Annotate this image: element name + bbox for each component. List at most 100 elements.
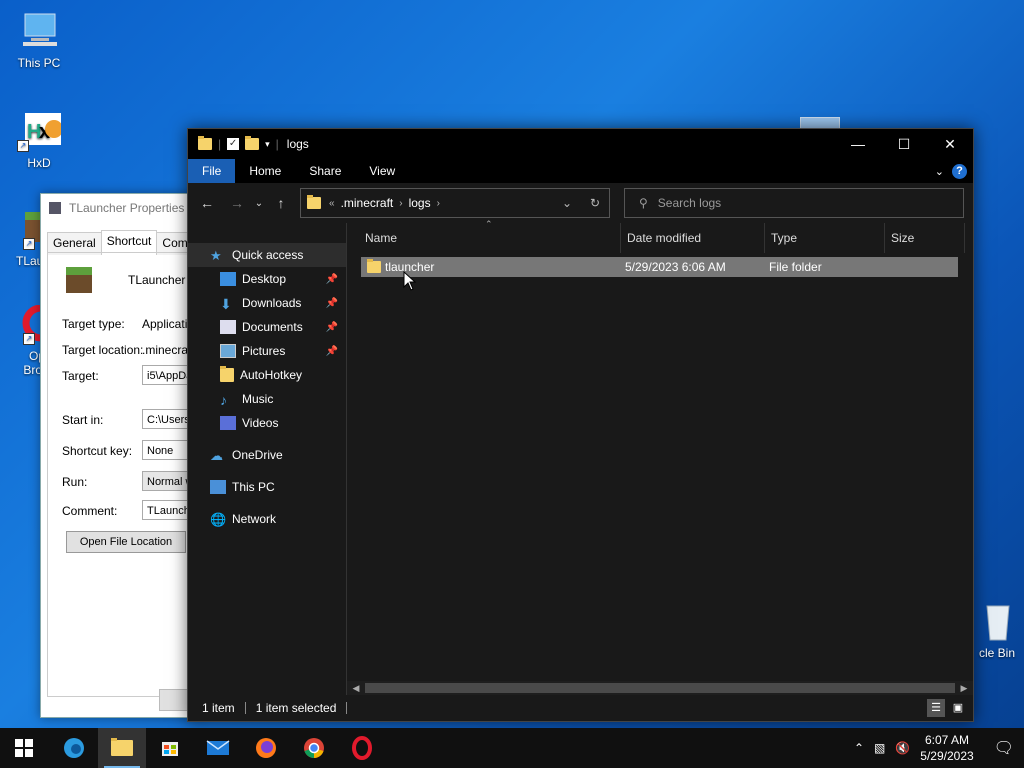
- file-list-pane[interactable]: ⌃ Name Date modified Type Size tlauncher…: [347, 219, 973, 695]
- pin-icon: 📌: [325, 321, 338, 333]
- open-file-location-button[interactable]: Open File Location: [66, 531, 186, 553]
- quick-access-toolbar: | ✓ ▾ |: [188, 136, 279, 151]
- address-history-chevron-icon[interactable]: ⌄: [553, 196, 581, 210]
- volume-muted-icon[interactable]: 🔇: [895, 741, 910, 755]
- customize-toolbar-chevron-icon[interactable]: ▾: [265, 139, 270, 150]
- breadcrumb-logs[interactable]: logs: [409, 196, 431, 210]
- system-tray: ⌃ ▧ 🔇 6:07 AM 5/29/2023 🗨: [854, 732, 1024, 764]
- expand-ribbon-chevron-icon[interactable]: ⌄: [935, 165, 944, 178]
- item-count: 1 item: [202, 701, 235, 715]
- column-type[interactable]: Type: [765, 223, 885, 253]
- window-title: logs: [286, 137, 309, 151]
- nav-label: AutoHotkey: [240, 368, 303, 382]
- taskbar-edge-icon[interactable]: [50, 728, 98, 768]
- scrollbar-thumb[interactable]: [365, 683, 955, 693]
- taskbar-mail-icon[interactable]: [194, 728, 242, 768]
- comment-label: Comment:: [62, 504, 118, 518]
- nav-label: Desktop: [242, 272, 287, 286]
- tab-share[interactable]: Share: [295, 159, 355, 183]
- nav-autohotkey[interactable]: AutoHotkey: [188, 363, 346, 387]
- explorer-titlebar[interactable]: | ✓ ▾ | logs — ☐ ✕: [188, 129, 973, 159]
- window-controls: — ☐ ✕: [835, 129, 973, 159]
- horizontal-scrollbar[interactable]: ◀ ▶: [347, 681, 973, 695]
- file-explorer-window[interactable]: | ✓ ▾ | logs — ☐ ✕ File Home Share View …: [187, 128, 974, 722]
- nav-network[interactable]: 🌐 Network: [188, 507, 346, 531]
- scroll-right-icon[interactable]: ▶: [955, 683, 973, 694]
- taskbar-chrome-icon[interactable]: [290, 728, 338, 768]
- address-bar[interactable]: « .minecraft › logs › ⌄ ↻: [300, 188, 610, 218]
- help-icon[interactable]: ?: [952, 163, 967, 179]
- taskbar-store-icon[interactable]: [146, 728, 194, 768]
- network-status-icon[interactable]: ▧: [874, 741, 885, 755]
- large-icons-view-icon[interactable]: ▣: [949, 699, 967, 717]
- computer-icon: [210, 480, 226, 494]
- tlauncher-properties-window[interactable]: TLauncher Properties General Shortcut Co…: [40, 193, 212, 718]
- up-arrow-icon[interactable]: ↑: [266, 195, 296, 211]
- folder-icon: [220, 366, 234, 382]
- minimize-button[interactable]: —: [835, 129, 881, 159]
- refresh-icon[interactable]: ↻: [581, 196, 609, 210]
- toolbar-divider: |: [218, 137, 222, 151]
- desktop-icon-this-pc[interactable]: This PC: [4, 12, 74, 70]
- clock[interactable]: 6:07 AM 5/29/2023: [920, 732, 973, 764]
- new-folder-icon[interactable]: [245, 136, 260, 150]
- properties-check-icon[interactable]: ✓: [227, 138, 240, 150]
- back-arrow-icon[interactable]: ←: [192, 195, 222, 211]
- search-box[interactable]: ⚲ Search logs: [624, 188, 964, 218]
- taskbar-opera-icon[interactable]: [338, 728, 386, 768]
- close-button[interactable]: ✕: [927, 129, 973, 159]
- file-row[interactable]: tlauncher 5/29/2023 6:06 AM File folder: [361, 257, 958, 277]
- navigation-pane[interactable]: ★ Quick access Desktop 📌 ⬇ Downloads 📌 D…: [188, 223, 346, 695]
- download-arrow-icon: ⬇: [220, 296, 232, 312]
- address-overflow[interactable]: «: [329, 198, 335, 209]
- tab-home[interactable]: Home: [235, 159, 295, 183]
- recent-locations-chevron-icon[interactable]: ⌄: [252, 198, 266, 209]
- taskbar-firefox-icon[interactable]: [242, 728, 290, 768]
- nav-onedrive[interactable]: ☁ OneDrive: [188, 443, 346, 467]
- tlauncher-app-icon: [64, 265, 94, 298]
- music-note-icon: ♪: [220, 392, 227, 408]
- nav-this-pc[interactable]: This PC: [188, 475, 346, 499]
- nav-music[interactable]: ♪ Music: [188, 387, 346, 411]
- column-size[interactable]: Size: [885, 223, 965, 253]
- nav-pictures[interactable]: Pictures 📌: [188, 339, 346, 363]
- column-date-modified[interactable]: Date modified: [621, 223, 765, 253]
- star-icon: ★: [210, 248, 222, 263]
- videos-icon: [220, 416, 236, 430]
- nav-documents[interactable]: Documents 📌: [188, 315, 346, 339]
- details-view-icon[interactable]: ☰: [927, 699, 945, 717]
- breadcrumb-minecraft[interactable]: .minecraft: [341, 196, 394, 210]
- nav-label: Quick access: [232, 248, 304, 262]
- nav-desktop[interactable]: Desktop 📌: [188, 267, 346, 291]
- forward-arrow-icon[interactable]: →: [222, 195, 252, 211]
- nav-quick-access[interactable]: ★ Quick access: [188, 243, 346, 267]
- tab-file[interactable]: File: [188, 159, 236, 183]
- desktop-icon-hxd[interactable]: Hx ↗ HxD: [4, 112, 74, 170]
- scroll-left-icon[interactable]: ◀: [347, 683, 365, 694]
- nav-label: Network: [232, 512, 277, 526]
- maximize-button[interactable]: ☐: [881, 129, 927, 159]
- breadcrumb-separator-icon[interactable]: ›: [399, 198, 402, 209]
- shortcut-key-label: Shortcut key:: [62, 444, 133, 458]
- properties-titlebar[interactable]: TLauncher Properties: [41, 194, 201, 222]
- properties-title: TLauncher Properties: [69, 201, 185, 215]
- column-name[interactable]: Name: [347, 223, 621, 253]
- this-pc-icon: [17, 12, 61, 52]
- nav-videos[interactable]: Videos: [188, 411, 346, 435]
- nav-downloads[interactable]: ⬇ Downloads 📌: [188, 291, 346, 315]
- explorer-content: ★ Quick access Desktop 📌 ⬇ Downloads 📌 D…: [188, 219, 973, 695]
- show-hidden-icons-chevron-icon[interactable]: ⌃: [854, 741, 864, 755]
- navigation-bar: ← → ⌄ ↑ « .minecraft › logs › ⌄ ↻ ⚲ Sear…: [188, 183, 973, 223]
- pictures-icon: [220, 344, 236, 358]
- toolbar-divider: |: [275, 137, 279, 151]
- hxd-icon: Hx ↗: [17, 112, 63, 152]
- run-label: Run:: [62, 475, 88, 489]
- start-button[interactable]: [0, 728, 48, 768]
- taskbar-file-explorer-icon[interactable]: [98, 728, 146, 768]
- breadcrumb-separator-icon[interactable]: ›: [437, 198, 440, 209]
- tab-view[interactable]: View: [355, 159, 409, 183]
- tab-shortcut[interactable]: Shortcut: [100, 230, 158, 253]
- notifications-icon[interactable]: 🗨: [994, 738, 1014, 758]
- status-bar: 1 item 1 item selected ☰ ▣: [188, 695, 973, 721]
- properties-shortcut-panel: TLauncher Target type: Application Targe…: [47, 252, 212, 697]
